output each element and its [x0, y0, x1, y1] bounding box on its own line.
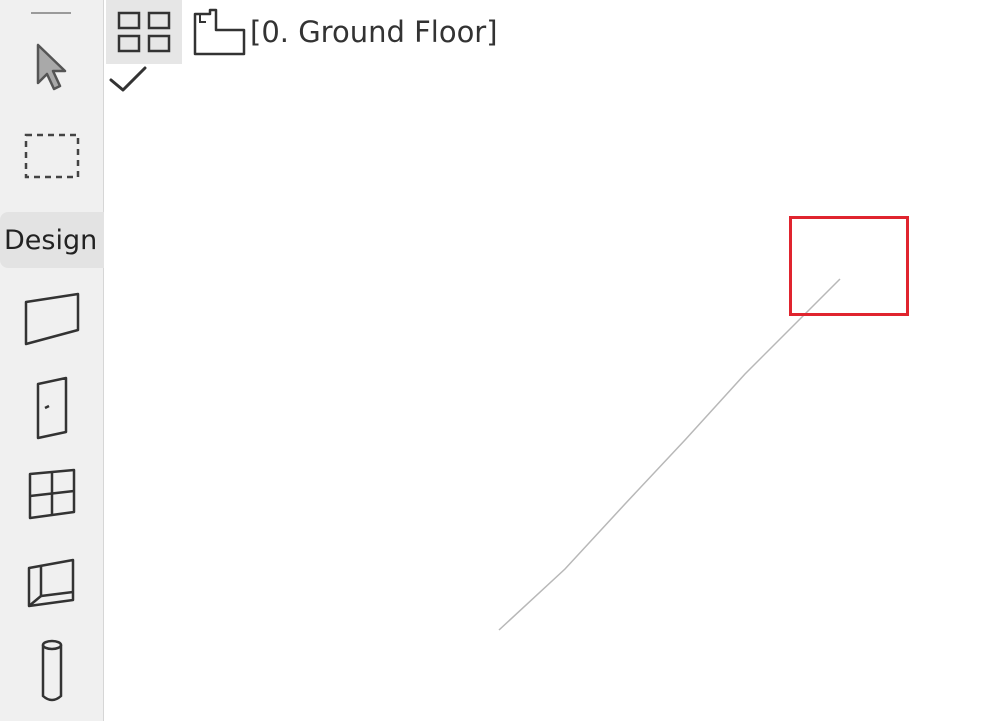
- marquee-icon: [24, 133, 80, 179]
- design-group-text: Design: [4, 224, 98, 256]
- wall-icon: [24, 292, 80, 346]
- floor-plan-icon: [193, 8, 246, 56]
- door-icon: [36, 376, 68, 440]
- door-tool-button[interactable]: [0, 376, 104, 440]
- highlight-box: [789, 216, 909, 316]
- arrow-tool-button[interactable]: [0, 38, 104, 96]
- view-switch-button[interactable]: [106, 0, 182, 64]
- skylight-tool-button[interactable]: [0, 554, 104, 610]
- canvas-drawing: [498, 278, 841, 631]
- floor-plan-tab[interactable]: [0. Ground Floor]: [192, 4, 498, 60]
- window-tool-button[interactable]: [0, 466, 104, 522]
- toolbox-grip[interactable]: [31, 12, 71, 14]
- toolbox-panel: Design: [0, 0, 104, 721]
- window-icon: [28, 468, 76, 520]
- column-tool-button[interactable]: [0, 636, 104, 708]
- skylight-icon: [27, 558, 75, 608]
- wall-reference-line: [498, 278, 841, 631]
- floor-tab-label: [0. Ground Floor]: [250, 15, 498, 49]
- wall-tool-button[interactable]: [0, 290, 104, 348]
- drawing-canvas[interactable]: [105, 64, 999, 721]
- column-icon: [41, 639, 63, 702]
- grid-view-icon: [117, 11, 171, 53]
- arrow-pointer-icon: [36, 43, 67, 91]
- marquee-tool-button[interactable]: [0, 128, 104, 184]
- design-group-label[interactable]: Design: [0, 212, 104, 268]
- checkmark-icon[interactable]: [105, 64, 153, 98]
